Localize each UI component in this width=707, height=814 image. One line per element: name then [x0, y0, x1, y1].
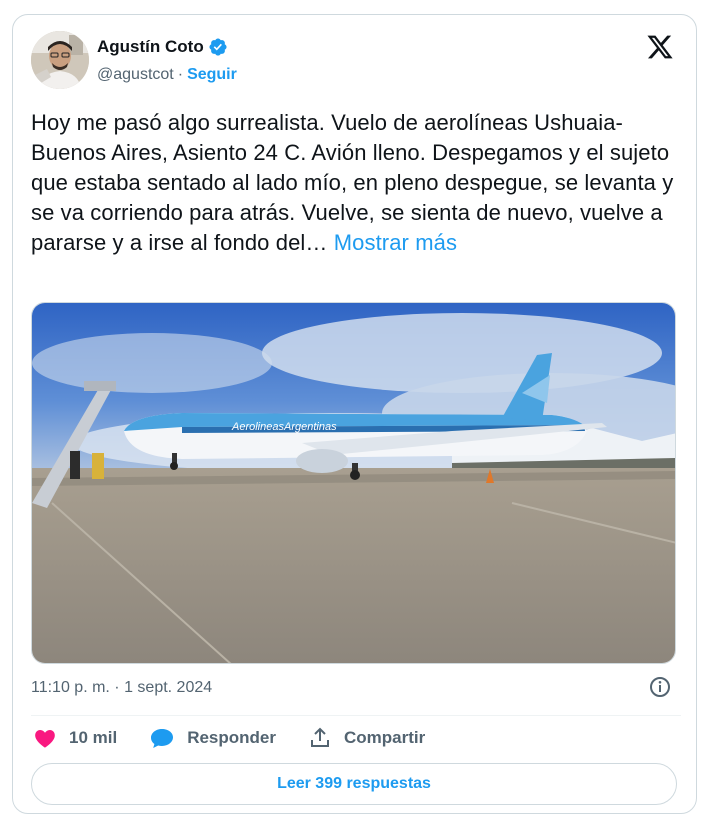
verified-badge-icon — [209, 38, 227, 56]
tweet-text: Hoy me pasó algo surrealista. Vuelo de a… — [31, 108, 681, 258]
like-button[interactable]: 10 mil — [33, 726, 117, 750]
tweet-timestamp[interactable]: 11:10 p. m. · 1 sept. 2024 — [31, 679, 212, 697]
show-more-link[interactable]: Mostrar más — [334, 230, 457, 255]
tweet-card: Agustín Coto @agustcot · Seguir Hoy me p… — [12, 14, 697, 814]
reply-button[interactable]: Responder — [149, 726, 276, 750]
tweet-media-image[interactable]: AerolineasArgentinas — [31, 302, 676, 664]
reply-label: Responder — [187, 728, 276, 747]
action-bar: 10 mil Responder Compartir — [33, 726, 425, 750]
share-button[interactable]: Compartir — [308, 726, 425, 750]
divider — [31, 715, 681, 716]
like-count: 10 mil — [69, 728, 118, 747]
x-logo-icon[interactable] — [646, 33, 674, 61]
reply-bubble-icon — [151, 729, 174, 748]
author-handle[interactable]: @agustcot — [97, 66, 174, 84]
share-label: Compartir — [344, 728, 426, 747]
info-icon[interactable] — [648, 675, 672, 699]
follow-button[interactable]: Seguir — [187, 66, 237, 84]
separator: · — [177, 66, 184, 83]
avatar[interactable] — [31, 31, 89, 89]
author-name-row: Agustín Coto — [97, 37, 228, 57]
author-name[interactable]: Agustín Coto — [97, 37, 204, 57]
read-replies-button[interactable]: Leer 399 respuestas — [31, 763, 677, 805]
handle-row: @agustcot · Seguir — [97, 66, 237, 84]
share-icon — [311, 727, 329, 747]
aircraft-livery-text: AerolineasArgentinas — [231, 421, 337, 433]
heart-icon — [35, 730, 55, 748]
